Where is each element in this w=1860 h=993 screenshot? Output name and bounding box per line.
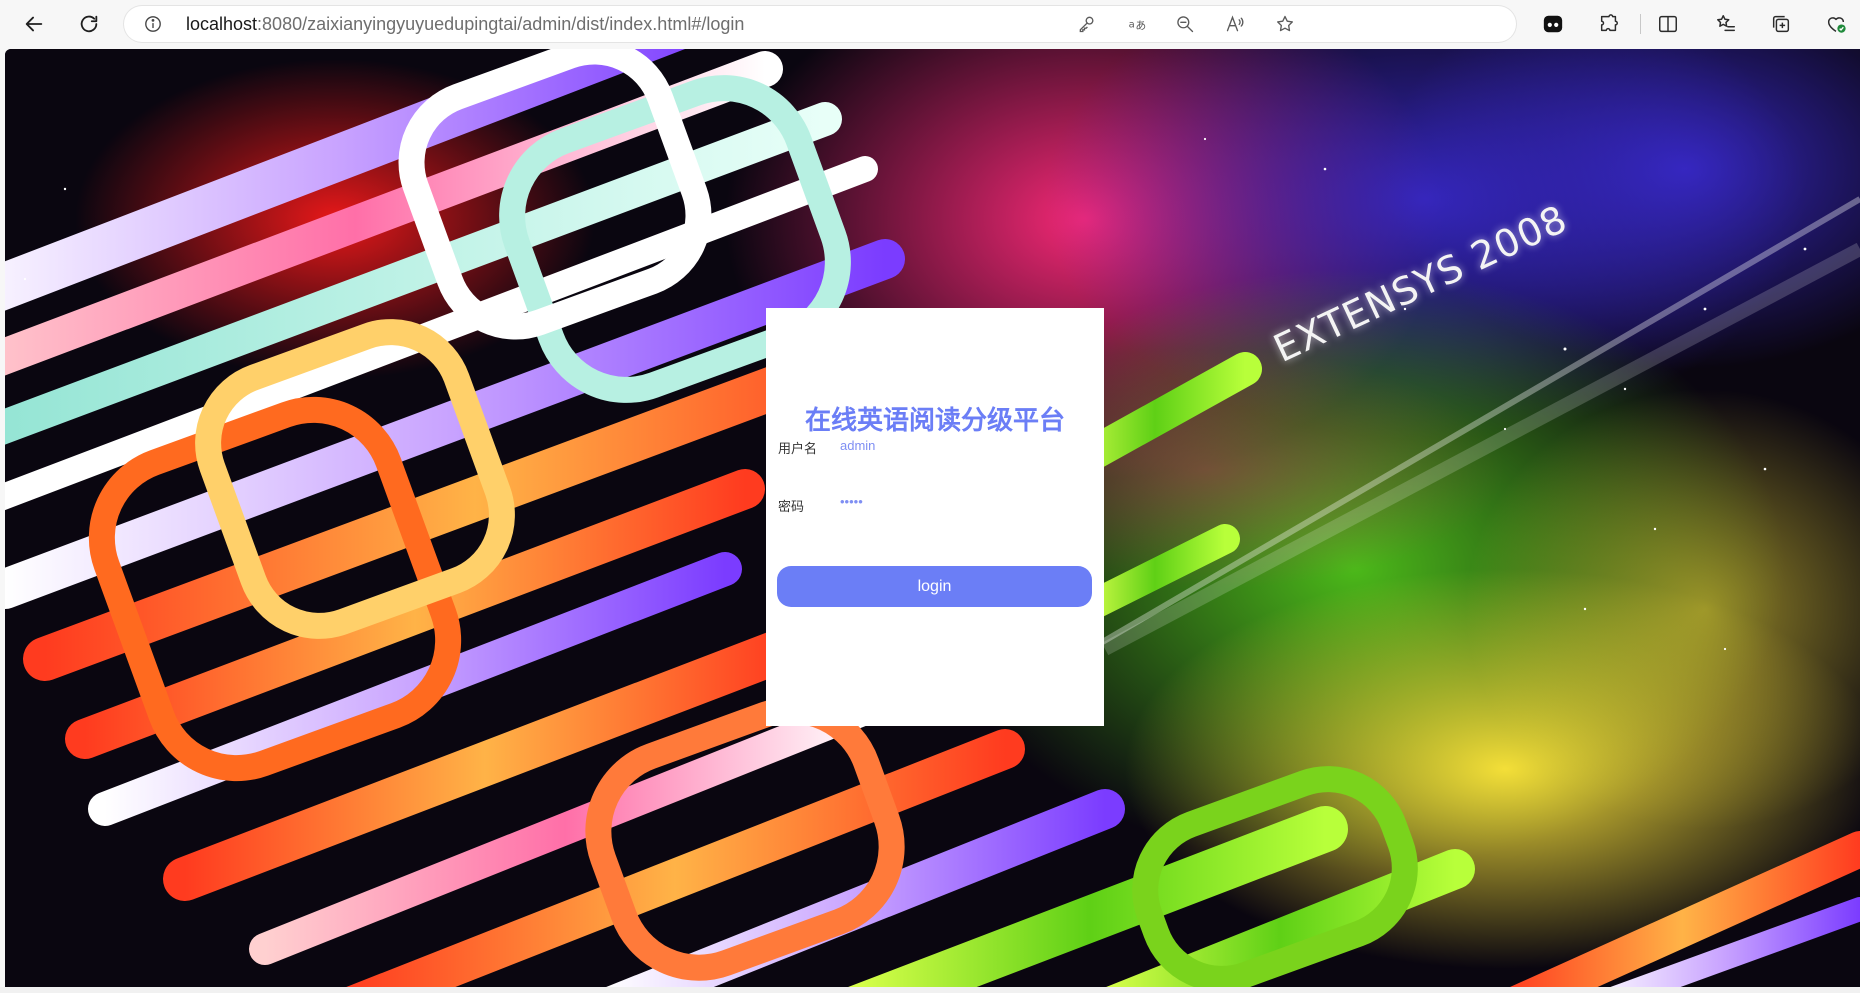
window-bottom-edge (0, 987, 1860, 993)
password-label: 密码 (778, 499, 805, 514)
media-extension-icon[interactable] (1541, 12, 1565, 36)
zoom-out-icon[interactable] (1174, 13, 1196, 35)
translate-icon[interactable]: aあ (1126, 13, 1148, 35)
key-icon[interactable] (1076, 13, 1098, 35)
collections-icon[interactable] (1769, 12, 1793, 36)
browser-essentials-icon[interactable] (1824, 12, 1848, 36)
url-text[interactable]: localhost:8080/zaixianyingyuyuedupingtai… (186, 15, 744, 33)
favorites-list-icon[interactable] (1714, 12, 1738, 36)
refresh-icon[interactable] (71, 8, 107, 40)
username-label: 用户名 (778, 441, 818, 456)
password-input[interactable] (840, 486, 1090, 516)
username-input[interactable] (840, 430, 1090, 460)
svg-text:a: a (1129, 19, 1135, 30)
browser-toolbar: localhost:8080/zaixianyingyuyuedupingtai… (0, 0, 1860, 48)
page-viewport: EXTENSYS 2008 在线英语阅读分级平台 用户名 密码 login (5, 49, 1860, 987)
read-aloud-icon[interactable] (1224, 13, 1246, 35)
back-arrow-icon[interactable] (16, 8, 52, 40)
favorite-star-icon[interactable] (1274, 13, 1296, 35)
info-icon[interactable] (144, 15, 162, 33)
login-card: 在线英语阅读分级平台 用户名 密码 login (766, 308, 1104, 726)
login-button[interactable]: login (777, 566, 1092, 607)
url-path: :8080/zaixianyingyuyuedupingtai/admin/di… (257, 14, 745, 34)
url-host: localhost (186, 14, 258, 34)
svg-text:あ: あ (1135, 19, 1146, 32)
address-bar[interactable]: localhost:8080/zaixianyingyuyuedupingtai… (124, 6, 1516, 42)
toolbar-divider (1640, 14, 1641, 34)
extensions-puzzle-icon[interactable] (1597, 12, 1621, 36)
split-screen-icon[interactable] (1656, 12, 1680, 36)
